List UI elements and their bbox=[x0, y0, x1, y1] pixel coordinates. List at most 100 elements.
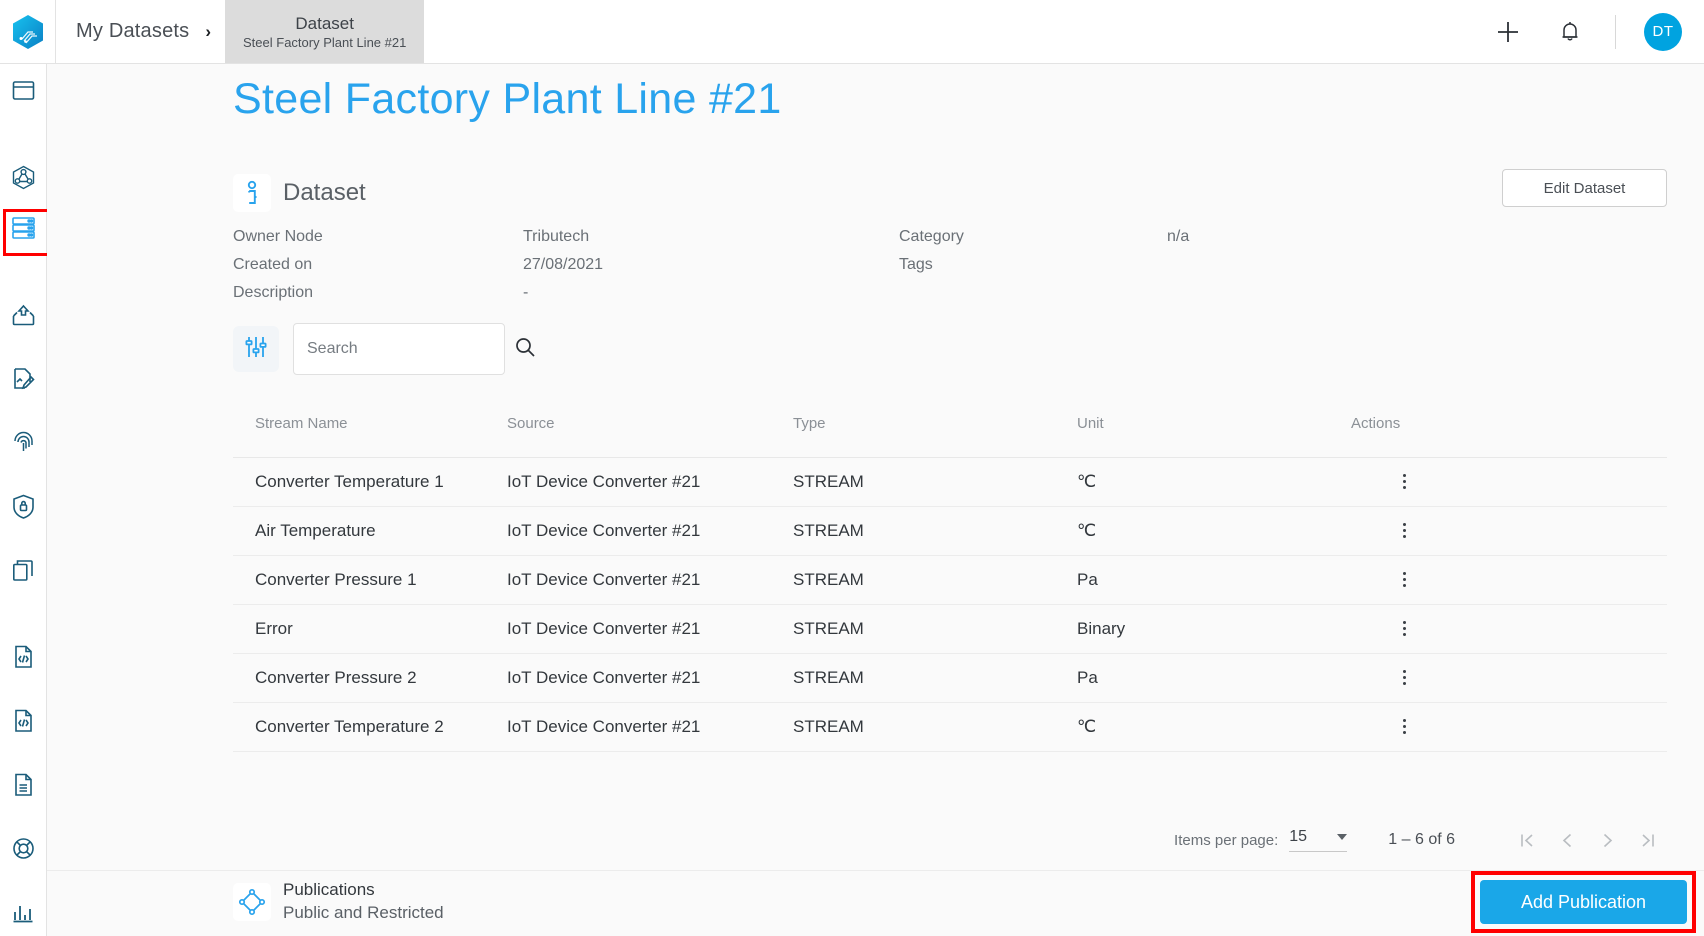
row-actions-cell bbox=[1351, 702, 1667, 752]
fingerprint-icon bbox=[12, 431, 35, 460]
table-row[interactable]: Converter Pressure 1 IoT Device Converte… bbox=[233, 555, 1667, 605]
next-page-button[interactable] bbox=[1587, 820, 1627, 860]
cell-type: STREAM bbox=[793, 702, 1077, 752]
sidebar-item-upload[interactable] bbox=[0, 296, 47, 339]
cell-unit: ℃ bbox=[1077, 702, 1351, 752]
previous-page-button[interactable] bbox=[1547, 820, 1587, 860]
breadcrumb-chevron-icon: › bbox=[205, 21, 212, 41]
kebab-menu-icon[interactable] bbox=[1351, 474, 1667, 489]
sidebar-item-network[interactable] bbox=[0, 159, 47, 202]
publications-text: Publications Public and Restricted bbox=[283, 879, 444, 924]
table-row[interactable]: Air Temperature IoT Device Converter #21… bbox=[233, 506, 1667, 556]
cell-stream-name: Converter Pressure 2 bbox=[233, 653, 507, 703]
owner-node-label: Owner Node bbox=[233, 228, 323, 245]
search-box[interactable] bbox=[293, 323, 535, 375]
database-server-icon bbox=[11, 216, 36, 245]
cell-unit: Binary bbox=[1077, 604, 1351, 654]
sidebar-item-security[interactable] bbox=[0, 488, 47, 531]
avatar[interactable]: DT bbox=[1644, 12, 1682, 51]
metadata-row-created: Created on 27/08/2021 Tags bbox=[233, 251, 1189, 279]
breadcrumb-current-name: Steel Factory Plant Line #21 bbox=[243, 34, 407, 50]
cell-stream-name: Converter Temperature 1 bbox=[233, 457, 507, 507]
items-per-page-value: 15 bbox=[1289, 828, 1308, 845]
cell-stream-name: Air Temperature bbox=[233, 506, 507, 556]
filter-button[interactable] bbox=[233, 326, 279, 372]
shield-lock-icon bbox=[12, 494, 35, 524]
cell-stream-name: Converter Temperature 2 bbox=[233, 702, 507, 752]
sidebar bbox=[0, 64, 50, 936]
main-content: Steel Factory Plant Line #21 Dataset Edi… bbox=[47, 64, 1704, 936]
column-header-source[interactable]: Source bbox=[507, 409, 793, 458]
breadcrumb-root-link[interactable]: My Datasets bbox=[56, 20, 205, 43]
sidebar-item-logs[interactable] bbox=[0, 766, 47, 809]
app-logo[interactable] bbox=[0, 0, 56, 63]
code-file-icon bbox=[13, 645, 34, 674]
cell-stream-name: Error bbox=[233, 604, 507, 654]
owner-node-value: Tributech bbox=[523, 228, 590, 245]
table-row[interactable]: Converter Temperature 2 IoT Device Conve… bbox=[233, 702, 1667, 752]
add-button[interactable] bbox=[1491, 15, 1525, 49]
tags-label: Tags bbox=[899, 256, 933, 273]
kebab-menu-icon[interactable] bbox=[1351, 621, 1667, 636]
cell-type: STREAM bbox=[793, 506, 1077, 556]
table-row[interactable]: Converter Temperature 1 IoT Device Conve… bbox=[233, 457, 1667, 507]
add-publication-button[interactable]: Add Publication bbox=[1480, 880, 1687, 924]
sidebar-item-datasets[interactable] bbox=[0, 208, 50, 256]
items-per-page-select[interactable]: 15 bbox=[1289, 828, 1348, 852]
column-header-unit[interactable]: Unit bbox=[1077, 409, 1351, 458]
lifebuoy-icon bbox=[12, 837, 35, 865]
magnifier-icon[interactable] bbox=[514, 336, 536, 363]
sidebar-item-contracts[interactable] bbox=[0, 360, 47, 403]
cell-unit: Pa bbox=[1077, 653, 1351, 703]
first-page-button[interactable] bbox=[1507, 820, 1547, 860]
kebab-menu-icon[interactable] bbox=[1351, 719, 1667, 734]
sidebar-item-dashboard[interactable] bbox=[0, 72, 47, 115]
row-actions-cell bbox=[1351, 555, 1667, 605]
dataset-section-title: Dataset bbox=[283, 179, 366, 206]
table-toolbar bbox=[233, 323, 535, 375]
row-actions-cell bbox=[1351, 457, 1667, 507]
column-header-type[interactable]: Type bbox=[793, 409, 1077, 458]
last-page-button[interactable] bbox=[1627, 820, 1667, 860]
code-file-icon bbox=[13, 709, 34, 738]
row-actions-cell bbox=[1351, 653, 1667, 703]
metadata-row-description: Description - bbox=[233, 279, 1189, 307]
dataset-section-header: Dataset bbox=[233, 174, 366, 212]
chevron-down-icon bbox=[1337, 834, 1348, 840]
notifications-button[interactable] bbox=[1553, 15, 1587, 49]
cell-source: IoT Device Converter #21 bbox=[507, 604, 793, 654]
description-label: Description bbox=[233, 284, 314, 301]
cell-type: STREAM bbox=[793, 604, 1077, 654]
cell-unit: ℃ bbox=[1077, 457, 1351, 507]
table-row[interactable]: Error IoT Device Converter #21 STREAM Bi… bbox=[233, 604, 1667, 654]
cell-source: IoT Device Converter #21 bbox=[507, 457, 793, 507]
cell-source: IoT Device Converter #21 bbox=[507, 702, 793, 752]
kebab-menu-icon[interactable] bbox=[1351, 572, 1667, 587]
top-bar: My Datasets › Dataset Steel Factory Plan… bbox=[0, 0, 1704, 64]
sidebar-item-copies[interactable] bbox=[0, 551, 47, 594]
items-per-page-label: Items per page: bbox=[1174, 831, 1279, 849]
cell-unit: Pa bbox=[1077, 555, 1351, 605]
document-edit-icon bbox=[11, 367, 35, 396]
column-header-stream-name[interactable]: Stream Name bbox=[233, 409, 507, 458]
edit-dataset-button[interactable]: Edit Dataset bbox=[1502, 169, 1667, 207]
category-label: Category bbox=[899, 228, 964, 245]
description-value: - bbox=[523, 284, 529, 301]
text-file-icon bbox=[13, 773, 34, 802]
table-header-row: Stream Name Source Type Unit Actions bbox=[233, 409, 1667, 458]
cell-stream-name: Converter Pressure 1 bbox=[233, 555, 507, 605]
created-on-value: 27/08/2021 bbox=[523, 256, 604, 273]
sidebar-item-analytics[interactable] bbox=[0, 893, 47, 936]
dataset-info-icon bbox=[233, 174, 271, 212]
sidebar-item-code-1[interactable] bbox=[0, 638, 47, 681]
kebab-menu-icon[interactable] bbox=[1351, 523, 1667, 538]
copy-layers-icon bbox=[12, 559, 35, 587]
sidebar-item-identity[interactable] bbox=[0, 424, 47, 467]
table-row[interactable]: Converter Pressure 2 IoT Device Converte… bbox=[233, 653, 1667, 703]
sidebar-item-support[interactable] bbox=[0, 829, 47, 872]
kebab-menu-icon[interactable] bbox=[1351, 670, 1667, 685]
sidebar-item-code-2[interactable] bbox=[0, 702, 47, 745]
breadcrumb-current-tab[interactable]: Dataset Steel Factory Plant Line #21 bbox=[225, 0, 425, 63]
search-input[interactable] bbox=[307, 340, 514, 358]
publications-subtitle: Public and Restricted bbox=[283, 903, 444, 922]
